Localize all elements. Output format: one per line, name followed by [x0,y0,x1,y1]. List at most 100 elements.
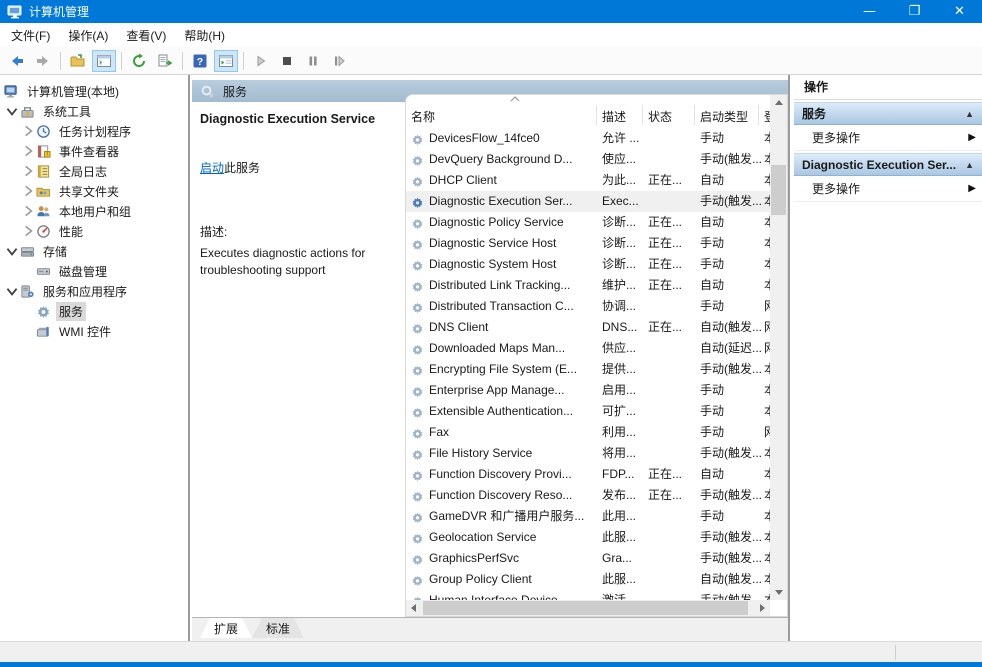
tree-item-services[interactable]: 服务 [0,301,188,321]
service-row[interactable]: Diagnostic Policy Service诊断...正在...自动本 [406,212,770,233]
scroll-right-icon[interactable] [760,604,765,612]
tree-item-event-viewer[interactable]: !事件查看器 [0,141,188,161]
column-header-3[interactable]: 启动类型 [700,108,762,125]
tree-item-services-and-applications[interactable]: 服务和应用程序 [0,281,188,301]
pause-service-button[interactable] [301,50,325,72]
service-row[interactable]: Extensible Authentication...可扩...手动本 [406,401,770,422]
service-row[interactable]: GraphicsPerfSvcGra...手动(触发...本 [406,548,770,569]
service-desc-cell: Gra... [602,548,646,569]
minimize-button[interactable]: — [847,0,892,23]
service-startup-cell: 手动 [700,296,762,317]
scroll-up-icon[interactable] [775,100,783,105]
collapse-section-icon[interactable]: ▲ [965,154,974,176]
start-service-link[interactable]: 启动 [200,161,224,175]
tree-item-task-scheduler[interactable]: 任务计划程序 [0,121,188,141]
vertical-scroll-thumb[interactable] [771,165,786,215]
action-item-more-actions-services[interactable]: 更多操作▶ [794,125,982,151]
action-item-more-actions-diagnostic-execution-service[interactable]: 更多操作▶ [794,176,982,202]
service-row[interactable]: Fax利用...手动网 [406,422,770,443]
column-separator[interactable] [694,105,695,125]
start-service-button[interactable] [249,50,273,72]
menu-bar: 文件(F)操作(A)查看(V)帮助(H) [0,23,982,47]
chevron-down-icon[interactable] [4,283,20,299]
actions-section-header-diagnostic-execution-service[interactable]: Diagnostic Execution Ser...▲ [794,153,982,176]
tree-item-shared-folders[interactable]: 共享文件夹 [0,181,188,201]
column-header-0[interactable]: 名称 [411,108,597,125]
service-row[interactable]: Geolocation Service此服...手动(触发...本 [406,527,770,548]
service-row[interactable]: DNS ClientDNS...正在...自动(触发...网 [406,317,770,338]
horizontal-scroll-thumb[interactable] [423,601,748,615]
close-button[interactable]: ✕ [937,0,982,23]
service-name-text: GraphicsPerfSvc [429,548,519,569]
maximize-button[interactable]: ❐ [892,0,937,23]
folder-button[interactable] [66,50,90,72]
start-service-suffix: 此服务 [224,161,260,175]
horizontal-scrollbar[interactable] [406,600,770,616]
chevron-right-icon[interactable] [20,143,36,159]
help-button[interactable]: ? [188,50,212,72]
refresh-button[interactable] [127,50,151,72]
menu-item-2[interactable]: 查看(V) [117,24,175,47]
collapse-section-icon[interactable]: ▲ [965,103,974,125]
service-row[interactable]: Distributed Transaction C...协调...手动网 [406,296,770,317]
service-row[interactable]: Downloaded Maps Man...供应...自动(延迟...网 [406,338,770,359]
scroll-left-icon[interactable] [411,604,416,612]
tree-item-storage[interactable]: 存储 [0,241,188,261]
column-separator[interactable] [596,105,597,125]
back-button[interactable] [5,50,29,72]
column-header-2[interactable]: 状态 [648,108,698,125]
service-row[interactable]: DHCP Client为此...正在...自动本 [406,170,770,191]
service-row[interactable]: Function Discovery Provi...FDP...正在...自动… [406,464,770,485]
show-console-tree-button[interactable] [92,50,116,72]
column-separator[interactable] [642,105,643,125]
restart-service-button[interactable] [327,50,351,72]
chevron-right-icon[interactable] [20,183,36,199]
tree-item-computer-management-root[interactable]: 计算机管理(本地) [0,81,188,101]
action-item-label: 更多操作 [812,131,860,145]
tree-item-wmi-control[interactable]: WMI 控件 [0,321,188,341]
tree-item-disk-management[interactable]: 磁盘管理 [0,261,188,281]
show-action-pane-button[interactable] [214,50,238,72]
chevron-right-icon[interactable] [20,203,36,219]
service-row[interactable]: Human Interface Device激活手动(触发...本 [406,590,770,600]
service-row[interactable]: Distributed Link Tracking...维护...正在...自动… [406,275,770,296]
chevron-right-icon[interactable] [20,123,36,139]
actions-pane: 操作 服务▲更多操作▶Diagnostic Execution Ser...▲更… [794,75,982,641]
service-row[interactable]: Function Discovery Reso...发布...正在...手动(触… [406,485,770,506]
service-status-cell [648,401,698,422]
service-row[interactable]: Diagnostic Service Host诊断...正在...手动本 [406,233,770,254]
tab-standard[interactable]: 标准 [252,618,304,638]
service-row[interactable]: File History Service将用...手动(触发...本 [406,443,770,464]
service-row[interactable]: DevicesFlow_14fce0允许 ...手动本 [406,128,770,149]
service-row[interactable]: Diagnostic System Host诊断...正在...手动本 [406,254,770,275]
menu-item-1[interactable]: 操作(A) [59,24,117,47]
menu-item-0[interactable]: 文件(F) [2,24,59,47]
vertical-scrollbar[interactable] [770,95,787,600]
tree-item-local-users-groups[interactable]: 本地用户和组 [0,201,188,221]
tree-item-system-tools[interactable]: 系统工具 [0,101,188,121]
chevron-right-icon[interactable] [20,223,36,239]
service-row[interactable]: Encrypting File System (E...提供...手动(触发..… [406,359,770,380]
service-row[interactable]: GameDVR 和广播用户服务...此用...手动本 [406,506,770,527]
scroll-down-icon[interactable] [775,590,783,595]
chevron-down-icon[interactable] [4,103,20,119]
service-row[interactable]: Enterprise App Manage...启用...手动本 [406,380,770,401]
column-header-1[interactable]: 描述 [602,108,646,125]
tree-item-performance[interactable]: 性能 [0,221,188,241]
menu-item-3[interactable]: 帮助(H) [175,24,234,47]
play-icon [253,53,269,69]
column-separator[interactable] [758,105,759,125]
service-row[interactable]: Diagnostic Execution Ser...Exec...手动(触发.… [406,191,770,212]
forward-button[interactable] [31,50,55,72]
service-name-cell: Downloaded Maps Man... [411,338,597,359]
chevron-down-icon[interactable] [4,243,20,259]
actions-section-header-services[interactable]: 服务▲ [794,102,982,125]
stop-service-button[interactable] [275,50,299,72]
chevron-right-icon[interactable] [20,163,36,179]
tab-extended[interactable]: 扩展 [200,618,252,638]
service-gear-icon [411,573,424,586]
tree-item-global-log[interactable]: 全局日志 [0,161,188,181]
export-list-button[interactable] [153,50,177,72]
service-row[interactable]: DevQuery Background D...使应...手动(触发...本 [406,149,770,170]
service-row[interactable]: Group Policy Client此服...自动(触发...本 [406,569,770,590]
